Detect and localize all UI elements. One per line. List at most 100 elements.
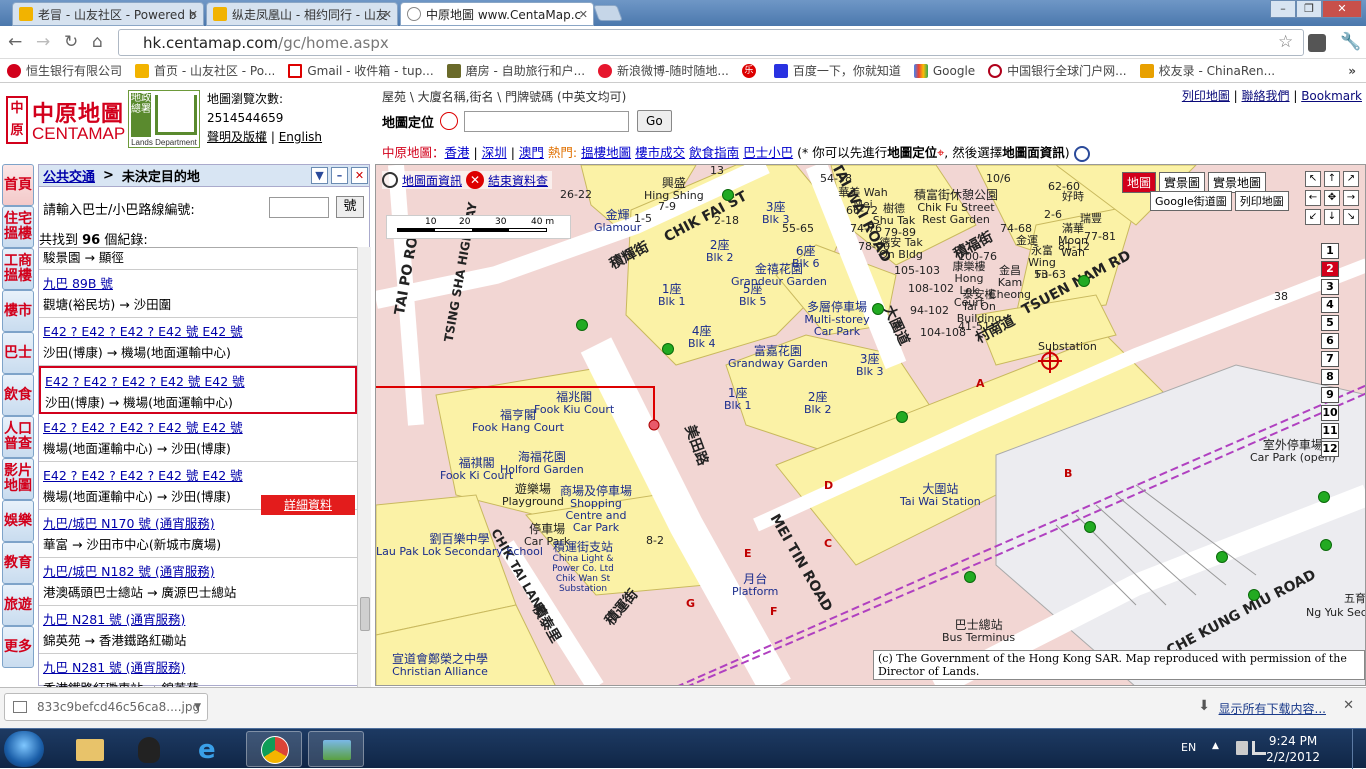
bus-stop-dot[interactable] [662, 343, 674, 355]
bus-stop-dot[interactable] [1084, 521, 1096, 533]
bookmark-link[interactable]: Bookmark [1301, 89, 1362, 103]
pan-center-icon[interactable]: ✥ [1324, 190, 1340, 206]
taskbar-chrome[interactable] [246, 731, 302, 767]
zoom-level-button[interactable]: 3 [1321, 279, 1339, 295]
result-item[interactable]: 駿景園 → 顯徑 [39, 248, 357, 270]
zoom-level-button[interactable]: 1 [1321, 243, 1339, 259]
close-icon[interactable]: ✕ [579, 8, 588, 21]
nav-commercial[interactable]: 工商搵樓 [2, 248, 34, 290]
forward-arrow-icon[interactable]: → [36, 32, 50, 52]
zoom-level-button[interactable]: 9 [1321, 387, 1339, 403]
pan-sw-icon[interactable]: ↙ [1305, 209, 1321, 225]
wrench-icon[interactable]: 🔧 [1340, 32, 1361, 52]
result-route[interactable]: E42 ? E42 ? E42 ? E42 號 E42 號 [45, 374, 245, 389]
input-language[interactable]: EN [1181, 741, 1196, 754]
link-bus[interactable]: 巴士小巴 [743, 145, 793, 160]
result-item-selected[interactable]: E42 ? E42 ? E42 ? E42 號 E42 號沙田(博康) → 機場… [39, 366, 357, 414]
result-route[interactable]: 九巴/城巴 N182 號 (通宵服務) [43, 564, 215, 579]
minimize-icon[interactable]: – [331, 167, 348, 184]
bookmark-baidu[interactable]: 百度一下，你就知道 [773, 62, 901, 79]
bus-route-input[interactable] [269, 197, 329, 218]
end-query-link[interactable]: 結束資料查 [488, 172, 548, 189]
map-viewport[interactable]: 興盛 Hing Shing 26-22 金輝 Glamour 1-5 7-9 13 … [375, 164, 1366, 686]
nav-property-market[interactable]: 樓市 [2, 290, 34, 332]
link-macau[interactable]: 澳門 [519, 145, 544, 160]
nav-entertainment[interactable]: 娛樂 [2, 500, 34, 542]
zoom-level-button[interactable]: 6 [1321, 333, 1339, 349]
result-item[interactable]: 九巴 N281 號 (通宵服務) 香港鐵路紅磡車站 → 錦英苑 [39, 654, 357, 687]
home-icon[interactable]: ⌂ [92, 32, 103, 52]
tab-shanyou-fenghuang[interactable]: 纵走凤凰山 - 相约同行 - 山友 ✕ [206, 2, 398, 26]
result-item[interactable]: 九巴/城巴 N182 號 (通宵服務) 港澳碼頭巴士總站 → 廣源巴士總站 [39, 558, 357, 606]
bookmark-shanyou[interactable]: 首页 - 山友社区 - Po... [135, 62, 275, 79]
nav-video-map[interactable]: 影片地圖 [2, 458, 34, 500]
result-route[interactable]: E42 ? E42 ? E42 ? E42 號 E42 號 [43, 468, 243, 483]
centamap-logo[interactable]: 中原 中原地圖 CENTAMAP [6, 96, 125, 148]
result-route[interactable]: E42 ? E42 ? E42 ? E42 號 E42 號 [43, 324, 243, 339]
nav-census[interactable]: 人口普查 [2, 416, 34, 458]
pan-s-icon[interactable]: ↓ [1324, 209, 1340, 225]
result-scrollbar[interactable] [357, 247, 371, 687]
nav-travel[interactable]: 旅遊 [2, 584, 34, 626]
bookmark-le[interactable]: 乐 [741, 63, 761, 78]
minimize-button[interactable]: – [1270, 0, 1296, 18]
pan-e-icon[interactable]: → [1343, 190, 1359, 206]
zoom-level-button[interactable]: 8 [1321, 369, 1339, 385]
close-icon[interactable]: ✕ [189, 8, 198, 21]
link-transactions[interactable]: 樓市成交 [635, 145, 685, 160]
zoom-level-button[interactable]: 2 [1321, 261, 1339, 277]
taskbar-photo-viewer[interactable] [308, 731, 364, 767]
pan-n-icon[interactable]: ↑ [1324, 171, 1340, 187]
zoom-level-button[interactable]: 7 [1321, 351, 1339, 367]
show-all-downloads-link[interactable]: 显示所有下载内容... [1219, 700, 1326, 717]
bookmark-hangseng[interactable]: 恒生银行有限公司 [7, 62, 122, 79]
close-icon[interactable]: ✕ [351, 167, 368, 184]
nav-residential[interactable]: 住宅搵樓 [2, 206, 34, 248]
tab-map[interactable]: 地圖 [1122, 172, 1157, 193]
bus-stop-dot[interactable] [964, 571, 976, 583]
close-window-button[interactable]: ✕ [1322, 0, 1362, 18]
taskbar-explorer[interactable] [62, 731, 118, 767]
tab-print-map[interactable]: 列印地圖 [1234, 191, 1289, 211]
bookmark-chinaren[interactable]: 校友录 - ChinaRen... [1139, 62, 1275, 79]
bus-stop-dot[interactable] [722, 189, 734, 201]
close-icon[interactable]: ✕ [1343, 698, 1354, 713]
result-route[interactable]: 九巴 N281 號 (通宵服務) [43, 612, 185, 627]
result-route[interactable]: 九巴 89B 號 [43, 276, 113, 291]
bus-stop-dot[interactable] [896, 411, 908, 423]
taskbar-qq[interactable] [122, 731, 178, 767]
pan-ne-icon[interactable]: ↗ [1343, 171, 1359, 187]
link-hongkong[interactable]: 香港 [445, 145, 470, 160]
bookmark-boc[interactable]: 中国银行全球门户网... [988, 62, 1127, 79]
crumb-public-transport[interactable]: 公共交通 [43, 166, 95, 185]
zoom-level-button[interactable]: 12 [1321, 441, 1339, 457]
extension-icon[interactable] [1308, 34, 1326, 52]
close-icon[interactable]: ✕ [466, 171, 485, 189]
taskbar-ie[interactable]: e [184, 731, 240, 767]
download-item[interactable]: 833c9befcd46c56ca8....jpg ▼ [4, 693, 208, 721]
bus-stop-dot[interactable] [576, 319, 588, 331]
result-item[interactable]: E42 ? E42 ? E42 ? E42 號 E42 號沙田(博康) → 機場… [39, 318, 357, 366]
result-item[interactable]: 九巴 89B 號觀塘(裕民坊) → 沙田圍 [39, 270, 357, 318]
reload-icon[interactable]: ↻ [64, 32, 78, 52]
tab-centamap[interactable]: 中原地圖 www.CentaMap.c ✕ [400, 2, 594, 26]
english-link[interactable]: English [279, 130, 322, 144]
clock[interactable]: 9:24 PM 2/2/2012 [1266, 733, 1320, 765]
disclaimer-link[interactable]: 聲明及版權 [207, 130, 267, 144]
zoom-level-button[interactable]: 5 [1321, 315, 1339, 331]
bookmark-gmail[interactable]: Gmail - 收件箱 - tup... [288, 62, 434, 79]
tab-photo[interactable]: 實景圖 [1159, 172, 1206, 193]
bus-stop-dot[interactable] [1248, 589, 1260, 601]
maximize-button[interactable]: ❐ [1296, 0, 1322, 18]
more-bookmarks-button[interactable]: » [1348, 64, 1356, 78]
details-button[interactable]: 詳細資料 [261, 495, 355, 515]
result-route[interactable]: 九巴/城巴 N170 號 (通宵服務) [43, 516, 215, 531]
back-arrow-icon[interactable]: ← [8, 32, 22, 52]
nav-home[interactable]: 首頁 [2, 164, 34, 206]
pan-se-icon[interactable]: ↘ [1343, 209, 1359, 225]
result-item[interactable]: 九巴 N281 號 (通宵服務) 錦英苑 → 香港鐵路紅磡站 [39, 606, 357, 654]
bus-stop-dot[interactable] [1318, 491, 1330, 503]
start-button[interactable] [4, 731, 44, 767]
link-property-map[interactable]: 搵樓地圖 [581, 145, 631, 160]
tab-google-street[interactable]: Google街道圖 [1150, 191, 1232, 211]
